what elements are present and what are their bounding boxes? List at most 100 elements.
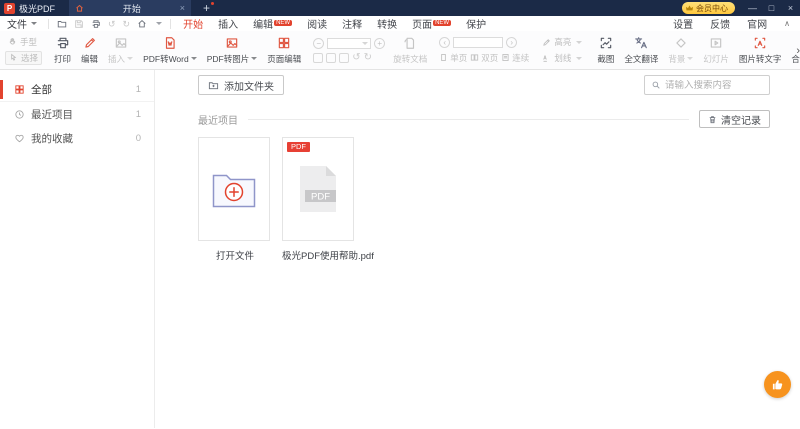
search-input[interactable] [665,79,763,91]
sidebar-item-all[interactable]: 全部 1 [0,78,154,102]
background-button[interactable]: 背景 [663,33,698,67]
tab-start[interactable]: 开始 [183,16,203,34]
print-button[interactable] [91,19,101,29]
fit-width-button[interactable] [339,52,350,63]
tab-convert[interactable]: 转换 [377,16,397,31]
ribbon-toolbar: 手型 选择 打印 编辑 插入 PDF转Word PDF转图片 页面编辑 − + [0,31,800,70]
chevron-down-icon [127,57,134,60]
file-menu-button[interactable]: 文件 [0,16,44,31]
sidebar-item-label: 全部 [31,84,52,96]
button-label: 页面编辑 [267,53,302,64]
save-button[interactable] [74,19,84,29]
recent-section-header: 最近项目 清空记录 [198,110,770,128]
tab-edit[interactable]: 编辑 NEW [253,16,293,31]
highlight-button[interactable]: 高亮 [539,36,585,48]
select-tool-button[interactable]: 选择 [5,50,43,65]
main-top-row: 添加文件夹 [198,75,770,95]
open-file-card[interactable] [198,137,270,241]
single-page-mode-button[interactable]: 单页 [439,52,467,64]
notification-dot [211,2,215,5]
image-to-text-button[interactable]: 图片转文字 [734,33,787,67]
feedback-fab-button[interactable] [764,371,791,398]
open-file-button[interactable] [57,19,67,29]
pdf-file-icon: PDF [300,166,336,212]
zoom-out-button[interactable]: − [313,37,325,49]
add-folder-label: 添加文件夹 [224,81,274,93]
image-document-icon [225,36,239,50]
next-page-button[interactable]: › [506,36,518,48]
trash-icon [708,115,717,124]
sidebar-item-label: 我的收藏 [31,132,73,145]
translate-button[interactable]: 全文翻译 [619,33,663,67]
zoom-level-select[interactable] [327,37,372,49]
tab-annotate[interactable]: 注释 [342,16,362,31]
redo-button[interactable]: ↻ [123,19,131,29]
sidebar: 全部 1 最近项目 1 我的收藏 0 [0,70,155,428]
maximize-button[interactable]: □ [762,3,781,13]
previous-page-button[interactable]: ‹ [439,36,451,48]
tab-label: 页面 [412,20,433,31]
pdf-to-image-button[interactable]: PDF转图片 [202,33,263,67]
clear-records-button[interactable]: 清空记录 [699,110,770,128]
continuous-mode-button[interactable]: 连续 [501,52,529,64]
close-button[interactable]: × [781,3,800,13]
member-center-button[interactable]: 会员中心 [682,2,735,14]
single-page-icon [439,53,448,62]
add-folder-button[interactable]: 添加文件夹 [198,75,284,95]
underline-icon [542,54,551,63]
more-tools-chevron[interactable]: › [796,45,800,57]
open-file-card-wrap: 打开文件 [198,137,272,262]
rotate-document-icon [403,36,417,50]
rotate-document-button[interactable]: 旋转文档 [388,33,432,67]
pencil-icon [83,36,97,50]
document-tab-home[interactable]: 开始 × [69,0,192,16]
zoom-in-button[interactable]: + [374,37,386,49]
pdf-to-word-button[interactable]: PDF转Word [138,33,202,67]
website-button[interactable]: 官网 [747,16,767,31]
hand-icon [8,37,17,46]
tab-protect[interactable]: 保护 [466,16,486,31]
tab-label: 转换 [377,20,398,31]
button-label: 打印 [54,53,72,64]
settings-button[interactable]: 设置 [673,16,693,31]
page-edit-button[interactable]: 页面编辑 [262,33,306,67]
tab-read[interactable]: 阅读 [307,16,327,31]
insert-button[interactable]: 插入 [103,33,138,67]
edit-button[interactable]: 编辑 [76,33,103,67]
open-file-label: 打开文件 [215,251,254,262]
double-page-mode-button[interactable]: 双页 [470,52,498,64]
main-panel: 添加文件夹 最近项目 清空记录 [155,70,800,428]
tab-insert[interactable]: 插入 [218,16,238,31]
undo-button[interactable]: ↺ [108,19,116,29]
feedback-button[interactable]: 反馈 [710,16,730,31]
tab-page[interactable]: 页面 NEW [412,16,452,31]
print-button[interactable]: 打印 [49,33,76,67]
heart-icon [14,133,25,144]
button-label: PDF转图片 [206,53,250,64]
tab-label: 编辑 [253,20,274,31]
fit-page-button[interactable] [326,52,337,63]
collapse-ribbon-icon[interactable]: ∧ [784,19,790,28]
hand-tool-button[interactable]: 手型 [5,36,42,48]
search-icon [651,80,661,90]
minimize-button[interactable]: — [743,3,762,13]
screenshot-button[interactable]: 截图 [592,33,619,67]
rotate-left-button[interactable]: ↺ [352,52,360,63]
section-title: 最近项目 [198,115,238,127]
slideshow-button[interactable]: 幻灯片 [698,33,734,67]
button-label: 旋转文档 [393,53,428,64]
quick-access-dropdown-icon[interactable] [156,22,163,25]
sidebar-item-favorites[interactable]: 我的收藏 0 [0,126,154,150]
member-center-label: 会员中心 [696,3,728,13]
plus-icon: + [203,1,211,15]
page-number-input[interactable] [453,36,504,48]
tab-close-icon[interactable]: × [180,3,185,13]
home-button[interactable] [137,19,147,29]
recent-file-card-wrap: PDF PDF 极光PDF使用帮助.pdf [282,137,374,262]
sidebar-item-recent[interactable]: 最近项目 1 [0,102,154,126]
underline-button[interactable]: 划线 [539,52,585,64]
recent-file-card[interactable]: PDF PDF [282,137,354,241]
rotate-right-button[interactable]: ↻ [364,52,372,63]
actual-size-button[interactable] [313,52,324,63]
new-tab-button[interactable]: + [200,1,215,15]
